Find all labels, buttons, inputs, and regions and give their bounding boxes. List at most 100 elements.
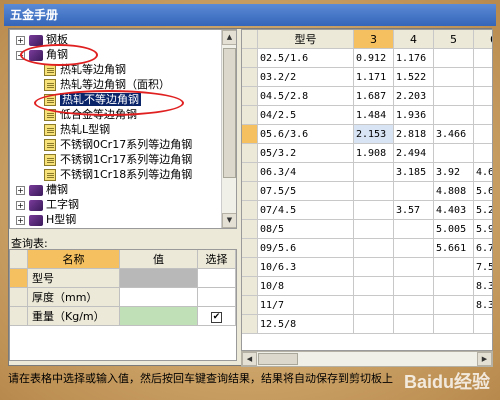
grid-value-cell[interactable]: [394, 315, 434, 334]
grid-value-cell[interactable]: 3.466: [434, 125, 474, 144]
grid-horizontal-scrollbar[interactable]: ◀ ▶: [241, 351, 493, 367]
grid-value-cell[interactable]: [354, 315, 394, 334]
query-select-cell[interactable]: [198, 288, 236, 307]
grid-value-cell[interactable]: [434, 258, 474, 277]
tree-node[interactable]: 不锈钢1Cr17系列等边角钢: [44, 152, 192, 168]
grid-row-indicator[interactable]: [242, 182, 258, 201]
scroll-up-icon[interactable]: ▲: [222, 30, 236, 45]
grid-value-cell[interactable]: 3.92: [434, 163, 474, 182]
grid-value-cell[interactable]: 5.218: [474, 201, 492, 220]
grid-value-cell[interactable]: [474, 315, 492, 334]
grid-value-cell[interactable]: [434, 315, 474, 334]
grid-value-cell[interactable]: 2.153: [354, 125, 394, 144]
grid-value-cell[interactable]: [474, 68, 492, 87]
scroll-down-icon[interactable]: ▼: [222, 213, 236, 228]
grid-row-indicator[interactable]: [242, 220, 258, 239]
grid-row-indicator[interactable]: [242, 163, 258, 182]
grid-value-cell[interactable]: [394, 220, 434, 239]
grid-model-cell[interactable]: 07/4.5: [258, 201, 354, 220]
grid-value-cell[interactable]: [434, 68, 474, 87]
expand-icon[interactable]: +: [16, 215, 25, 225]
grid-column-header[interactable]: 4: [394, 30, 434, 49]
grid-value-cell[interactable]: [394, 258, 434, 277]
grid-value-cell[interactable]: 1.687: [354, 87, 394, 106]
grid-row-indicator[interactable]: [242, 144, 258, 163]
grid-model-cell[interactable]: 12.5/8: [258, 315, 354, 334]
expand-icon[interactable]: +: [16, 185, 25, 195]
grid-value-cell[interactable]: 1.522: [394, 68, 434, 87]
grid-value-cell[interactable]: [434, 49, 474, 68]
grid-value-cell[interactable]: 3.57: [394, 201, 434, 220]
grid-value-cell[interactable]: [354, 220, 394, 239]
grid-row-indicator[interactable]: [242, 68, 258, 87]
grid-row-indicator[interactable]: [242, 315, 258, 334]
grid-value-cell[interactable]: [394, 296, 434, 315]
query-select-cell[interactable]: [198, 269, 236, 288]
tree-node[interactable]: 热轧L型钢: [44, 122, 110, 138]
grid-value-cell[interactable]: 5.935: [474, 220, 492, 239]
grid-model-cell[interactable]: 03.2/2: [258, 68, 354, 87]
tree-vertical-scrollbar[interactable]: ▲ ▼: [221, 30, 236, 228]
grid-value-cell[interactable]: [474, 106, 492, 125]
scroll-thumb[interactable]: [223, 48, 236, 178]
select-checkbox[interactable]: ✔: [211, 311, 222, 323]
grid-value-cell[interactable]: 7.55: [474, 258, 492, 277]
grid-value-cell[interactable]: [474, 144, 492, 163]
grid-value-cell[interactable]: 2.494: [394, 144, 434, 163]
tree-node[interactable]: + H型钢: [16, 212, 76, 228]
grid-model-cell[interactable]: 02.5/1.6: [258, 49, 354, 68]
grid-value-cell[interactable]: 5.661: [434, 239, 474, 258]
tree-node[interactable]: + 工字钢: [16, 197, 79, 213]
grid-value-cell[interactable]: [354, 277, 394, 296]
grid-value-cell[interactable]: 5.699: [474, 182, 492, 201]
grid-row-indicator[interactable]: [242, 277, 258, 296]
grid-row-indicator[interactable]: [242, 87, 258, 106]
grid-value-cell[interactable]: 4.808: [434, 182, 474, 201]
grid-model-cell[interactable]: 04.5/2.8: [258, 87, 354, 106]
grid-row-indicator[interactable]: [242, 49, 258, 68]
grid-value-cell[interactable]: 1.908: [354, 144, 394, 163]
grid-value-cell[interactable]: [354, 201, 394, 220]
grid-model-cell[interactable]: 05/3.2: [258, 144, 354, 163]
grid-value-cell[interactable]: 1.176: [394, 49, 434, 68]
query-value-input[interactable]: [120, 288, 198, 307]
grid-row-indicator[interactable]: [242, 106, 258, 125]
query-value-input[interactable]: [120, 307, 198, 326]
tree-node[interactable]: 不锈钢1Cr18系列等边角钢: [44, 167, 192, 183]
grid-column-header[interactable]: 6: [474, 30, 492, 49]
grid-row-indicator[interactable]: [242, 125, 258, 144]
data-grid[interactable]: 型号3456 02.5/1.60.9121.176 03.2/21.1711.522…: [241, 29, 493, 351]
grid-row-indicator[interactable]: [242, 201, 258, 220]
grid-column-header[interactable]: 型号: [258, 30, 354, 49]
grid-model-cell[interactable]: 10/8: [258, 277, 354, 296]
tree-node[interactable]: 不锈钢0Cr17系列等边角钢: [44, 137, 192, 153]
grid-model-cell[interactable]: 04/2.5: [258, 106, 354, 125]
grid-value-cell[interactable]: 4.403: [434, 201, 474, 220]
grid-value-cell[interactable]: [434, 106, 474, 125]
grid-model-cell[interactable]: 08/5: [258, 220, 354, 239]
grid-value-cell[interactable]: [354, 296, 394, 315]
grid-value-cell[interactable]: 5.005: [434, 220, 474, 239]
grid-model-cell[interactable]: 05.6/3.6: [258, 125, 354, 144]
grid-value-cell[interactable]: 4.638: [474, 163, 492, 182]
grid-value-cell[interactable]: [394, 239, 434, 258]
grid-value-cell[interactable]: [394, 182, 434, 201]
grid-value-cell[interactable]: [354, 182, 394, 201]
grid-model-cell[interactable]: 10/6.3: [258, 258, 354, 277]
grid-value-cell[interactable]: [394, 277, 434, 296]
grid-value-cell[interactable]: 8.35: [474, 296, 492, 315]
grid-model-cell[interactable]: 06.3/4: [258, 163, 354, 182]
grid-row-indicator[interactable]: [242, 239, 258, 258]
grid-value-cell[interactable]: 3.185: [394, 163, 434, 182]
category-tree[interactable]: + 钢板 − 角钢 热轧等边角钢 热轧等边角钢（面积） 热轧不等边角钢 低合金等边角钢 热轧L型…: [9, 29, 237, 229]
grid-value-cell[interactable]: 1.484: [354, 106, 394, 125]
grid-value-cell[interactable]: [354, 163, 394, 182]
grid-value-cell[interactable]: [434, 296, 474, 315]
query-value-input[interactable]: [120, 269, 198, 288]
grid-row-indicator[interactable]: [242, 296, 258, 315]
query-select-cell[interactable]: ✔: [198, 307, 236, 326]
query-table[interactable]: 名称值选择 型号 厚度（mm） 重量（Kg/m） ✔: [9, 249, 237, 361]
grid-value-cell[interactable]: 2.818: [394, 125, 434, 144]
grid-value-cell[interactable]: [474, 87, 492, 106]
expand-icon[interactable]: +: [16, 200, 25, 210]
